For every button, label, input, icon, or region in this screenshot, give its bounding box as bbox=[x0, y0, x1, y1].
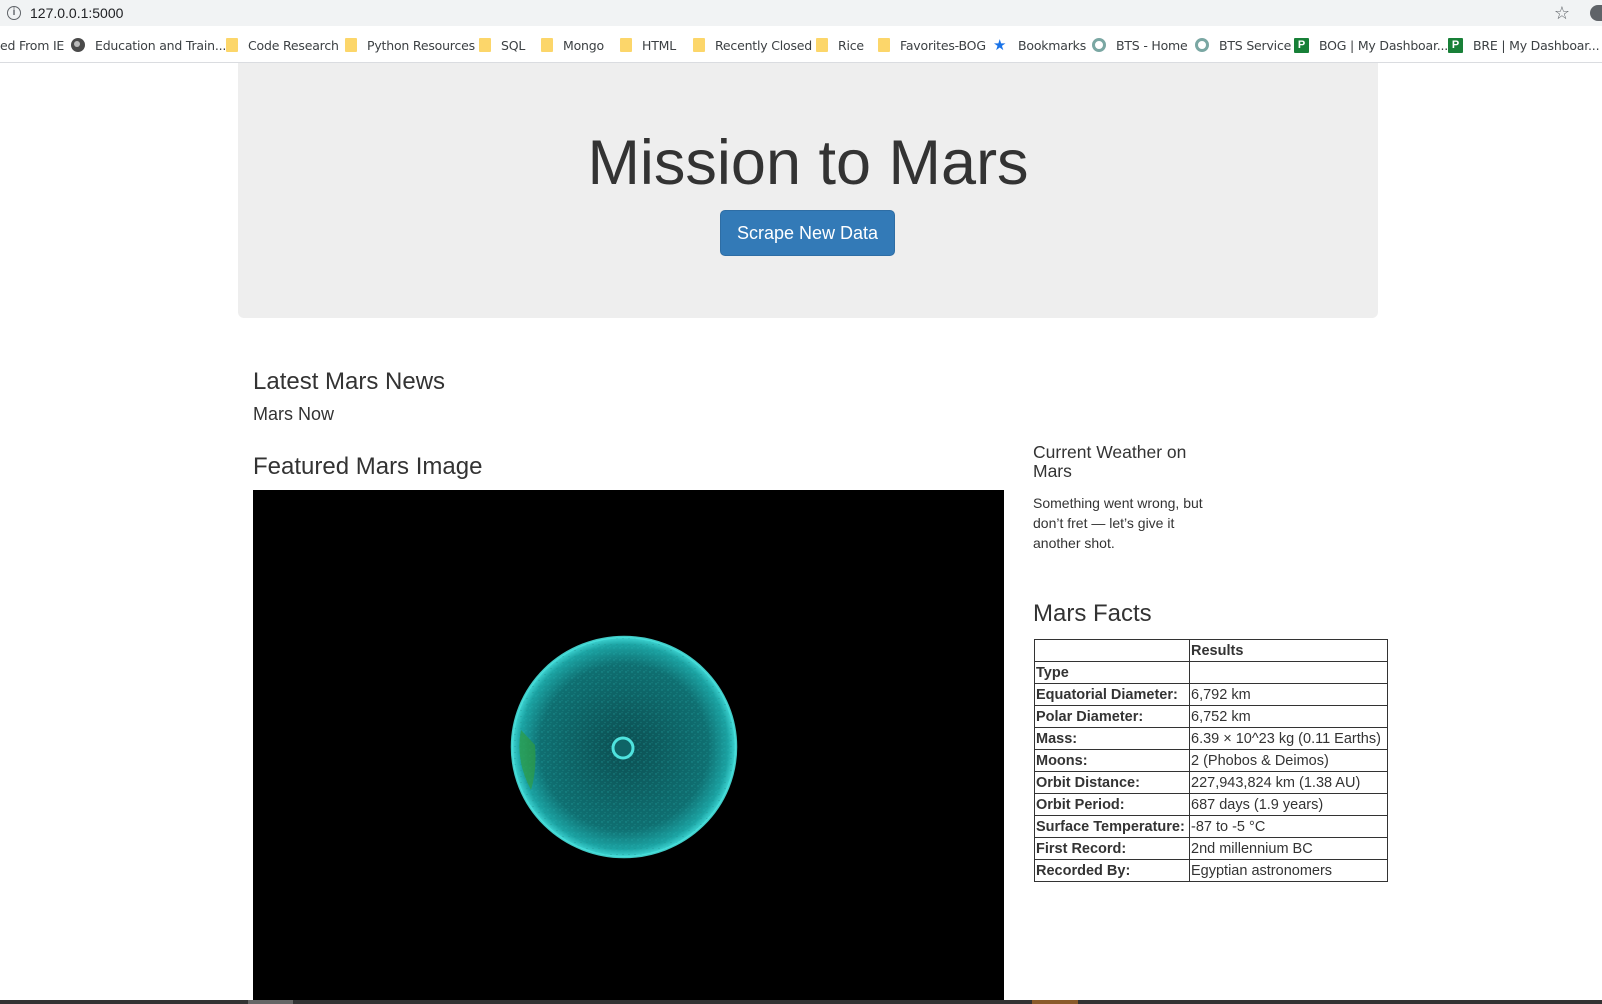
fact-label: Polar Diameter: bbox=[1034, 705, 1190, 728]
page-title: Mission to Mars bbox=[587, 128, 1029, 198]
fact-value bbox=[1189, 661, 1388, 684]
fact-label: First Record: bbox=[1034, 837, 1190, 860]
folder-icon bbox=[693, 38, 705, 52]
table-header-row: Results bbox=[1034, 639, 1388, 662]
bookmark-favorites-bog[interactable]: Favorites-BOG bbox=[878, 36, 986, 54]
fact-value: 2nd millennium BC bbox=[1189, 837, 1388, 860]
fact-value: 6,792 km bbox=[1189, 683, 1388, 706]
jumbotron-header: Mission to Mars Scrape New Data bbox=[238, 63, 1378, 318]
folder-icon bbox=[541, 38, 553, 52]
bookmark-code-research[interactable]: Code Research bbox=[226, 36, 339, 54]
bookmark-rice[interactable]: Rice bbox=[816, 36, 864, 54]
folder-icon bbox=[620, 38, 632, 52]
fact-value: 6.39 × 10^23 kg (0.11 Earths) bbox=[1189, 727, 1388, 750]
mars-facts-table: Results Type Equatorial Diameter: 6,792 k… bbox=[1034, 639, 1388, 882]
bookmark-bts-service[interactable]: BTS Service bbox=[1195, 36, 1291, 54]
fact-label: Orbit Period: bbox=[1034, 793, 1190, 816]
fact-label: Recorded By: bbox=[1034, 859, 1190, 882]
bookmark-bre-dashboard[interactable]: P BRE | My Dashboar... bbox=[1448, 36, 1600, 54]
featured-image-heading: Featured Mars Image bbox=[253, 453, 483, 480]
fact-label: Orbit Distance: bbox=[1034, 771, 1190, 794]
globe-icon bbox=[71, 38, 85, 52]
bts-ring-icon bbox=[1195, 38, 1209, 52]
url-text[interactable]: 127.0.0.1:5000 bbox=[30, 5, 123, 21]
table-row: Orbit Period: 687 days (1.9 years) bbox=[1034, 793, 1388, 816]
news-heading: Latest Mars News bbox=[253, 368, 446, 395]
bookmark-bog-dashboard[interactable]: P BOG | My Dashboar... bbox=[1294, 36, 1448, 54]
bookmark-sql[interactable]: SQL bbox=[479, 36, 525, 54]
bookmark-bookmarks[interactable]: ★ Bookmarks bbox=[993, 36, 1086, 54]
fact-value: 6,752 km bbox=[1189, 705, 1388, 728]
bookmark-imported[interactable]: ed From IE bbox=[0, 36, 64, 54]
fact-value: 2 (Phobos & Deimos) bbox=[1189, 749, 1388, 772]
folder-icon bbox=[345, 38, 357, 52]
fact-label: Mass: bbox=[1034, 727, 1190, 750]
fact-value: 227,943,824 km (1.38 AU) bbox=[1189, 771, 1388, 794]
table-row: First Record: 2nd millennium BC bbox=[1034, 837, 1388, 860]
table-header-empty bbox=[1034, 639, 1190, 662]
folder-icon bbox=[878, 38, 890, 52]
table-row: Type bbox=[1034, 661, 1388, 684]
table-row: Mass: 6.39 × 10^23 kg (0.11 Earths) bbox=[1034, 727, 1388, 750]
fact-value: -87 to -5 °C bbox=[1189, 815, 1388, 838]
table-row: Moons: 2 (Phobos & Deimos) bbox=[1034, 749, 1388, 772]
table-row: Orbit Distance: 227,943,824 km (1.38 AU) bbox=[1034, 771, 1388, 794]
bookmark-star-icon[interactable]: ☆ bbox=[1554, 3, 1570, 24]
folder-icon bbox=[479, 38, 491, 52]
extension-icon[interactable] bbox=[1590, 5, 1602, 21]
fact-label: Equatorial Diameter: bbox=[1034, 683, 1190, 706]
weather-heading: Current Weather on Mars bbox=[1033, 442, 1187, 481]
star-icon: ★ bbox=[993, 35, 1007, 54]
p-box-icon: P bbox=[1448, 37, 1463, 53]
table-row: Surface Temperature: -87 to -5 °C bbox=[1034, 815, 1388, 838]
bookmark-mongo[interactable]: Mongo bbox=[541, 36, 604, 54]
fact-value: Egyptian astronomers bbox=[1189, 859, 1388, 882]
p-box-icon: P bbox=[1294, 37, 1309, 53]
bookmark-education[interactable]: Education and Train... bbox=[71, 36, 226, 54]
news-title: Mars Now bbox=[253, 404, 335, 424]
scrape-new-data-button[interactable]: Scrape New Data bbox=[720, 210, 895, 256]
bookmark-python-resources[interactable]: Python Resources bbox=[345, 36, 475, 54]
taskbar-item[interactable] bbox=[1032, 1000, 1078, 1004]
bookmark-bts-home[interactable]: BTS - Home bbox=[1092, 36, 1188, 54]
folder-icon bbox=[816, 38, 828, 52]
folder-icon bbox=[226, 38, 238, 52]
address-bar[interactable]: i 127.0.0.1:5000 ☆ bbox=[0, 0, 1602, 26]
facts-heading: Mars Facts bbox=[1033, 600, 1152, 627]
bookmark-html[interactable]: HTML bbox=[620, 36, 676, 54]
taskbar-strip bbox=[0, 1000, 1602, 1004]
bts-ring-icon bbox=[1092, 38, 1106, 52]
bookmark-recently-closed[interactable]: Recently Closed bbox=[693, 36, 812, 54]
table-header-results: Results bbox=[1189, 639, 1388, 662]
weather-text: Something went wrong, but don’t fret — l… bbox=[1033, 495, 1203, 551]
fact-label: Surface Temperature: bbox=[1034, 815, 1190, 838]
featured-mars-image bbox=[253, 490, 1004, 1004]
site-info-icon[interactable]: i bbox=[7, 6, 21, 20]
fact-label: Moons: bbox=[1034, 749, 1190, 772]
bookmarks-bar: ed From IE Education and Train... Code R… bbox=[0, 27, 1602, 63]
fact-label: Type bbox=[1034, 661, 1190, 684]
table-row: Recorded By: Egyptian astronomers bbox=[1034, 859, 1388, 882]
taskbar-item[interactable] bbox=[248, 1000, 293, 1004]
fact-value: 687 days (1.9 years) bbox=[1189, 793, 1388, 816]
table-row: Equatorial Diameter: 6,792 km bbox=[1034, 683, 1388, 706]
teal-globe-image bbox=[510, 635, 738, 859]
table-row: Polar Diameter: 6,752 km bbox=[1034, 705, 1388, 728]
